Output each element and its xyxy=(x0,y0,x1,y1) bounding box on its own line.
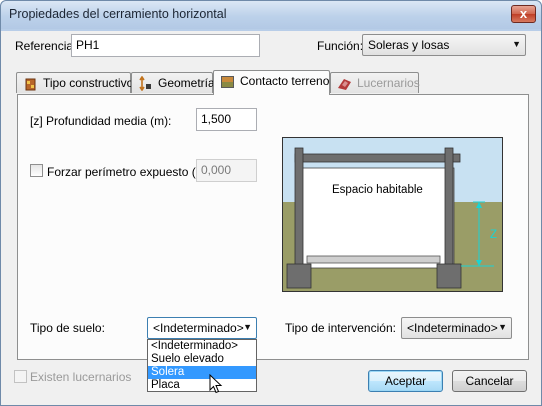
window-title: Propiedades del cerramiento horizontal xyxy=(9,7,227,21)
tipo-suelo-value: <Indeterminado> xyxy=(153,321,244,335)
dimensions-icon xyxy=(139,76,151,91)
close-button[interactable]: x xyxy=(511,5,536,23)
wall-layers-icon xyxy=(25,78,36,91)
option-indeterminado[interactable]: <Indeterminado> xyxy=(148,340,256,353)
lucernarios-label: Existen lucernarios xyxy=(30,370,132,384)
chevron-down-icon: ▼ xyxy=(498,322,507,332)
cancel-label: Cancelar xyxy=(465,374,514,388)
space-label: Espacio habitable xyxy=(332,184,423,196)
habitable-space xyxy=(301,167,455,269)
funcion-select[interactable]: Soleras y losas ▼ xyxy=(362,34,526,56)
perimetro-label: Forzar perímetro expuesto (m): xyxy=(47,165,214,179)
chevron-down-icon: ▼ xyxy=(243,322,252,332)
diagram-drawing xyxy=(283,147,502,291)
ground-contact-diagram: Espacio habitable Z xyxy=(282,137,503,292)
title-bar[interactable]: Propiedades del cerramiento horizontal x xyxy=(1,1,541,29)
funcion-value: Soleras y losas xyxy=(368,38,450,52)
tipo-suelo-select[interactable]: <Indeterminado> ▼ xyxy=(147,317,257,339)
tab-label: Lucernarios xyxy=(357,76,420,90)
mouse-pointer-icon xyxy=(209,374,223,394)
perimetro-value: 0,000 xyxy=(201,163,232,177)
ground-slab xyxy=(306,255,441,264)
lucernarios-checkbox[interactable] xyxy=(14,370,27,383)
tipo-suelo-label: Tipo de suelo: xyxy=(30,321,105,335)
profundidad-input[interactable]: 1,500 xyxy=(196,108,257,131)
funcion-label: Función: xyxy=(317,39,364,53)
tab-geometria[interactable]: Geometría xyxy=(131,72,215,93)
close-icon: x xyxy=(519,6,528,21)
perimetro-input[interactable]: 0,000 xyxy=(196,159,257,182)
option-placa[interactable]: Placa xyxy=(148,379,256,392)
left-wall xyxy=(294,147,304,277)
tab-contacto-terreno[interactable]: Contacto terreno xyxy=(213,70,330,95)
option-suelo-elevado[interactable]: Suelo elevado xyxy=(148,353,256,366)
skylight-icon xyxy=(338,79,351,90)
tipo-suelo-options: <Indeterminado> Suelo elevado Solera Pla… xyxy=(147,339,257,392)
cancel-button[interactable]: Cancelar xyxy=(452,370,527,392)
chevron-down-icon: ▼ xyxy=(512,39,521,49)
tab-lucernarios[interactable]: Lucernarios xyxy=(330,72,420,93)
tipo-intervencion-label: Tipo de intervención: xyxy=(285,321,396,335)
perimetro-checkbox[interactable] xyxy=(30,164,43,177)
profundidad-value: 1,500 xyxy=(201,112,232,126)
tab-label: Geometría xyxy=(158,76,215,90)
profundidad-label: [z] Profundidad media (m): xyxy=(30,114,172,128)
option-solera[interactable]: Solera xyxy=(148,366,256,379)
referencia-input[interactable]: PH1 xyxy=(71,34,260,57)
ground-contact-icon xyxy=(221,76,234,88)
tab-label: Tipo constructivo xyxy=(43,76,134,90)
accept-label: Aceptar xyxy=(384,374,427,388)
tab-tipo-constructivo[interactable]: Tipo constructivo xyxy=(16,72,134,93)
left-footing xyxy=(286,263,312,289)
right-footing xyxy=(436,263,462,289)
tipo-intervencion-select[interactable]: <Indeterminado> ▼ xyxy=(401,317,512,339)
accept-button[interactable]: Aceptar xyxy=(368,370,443,392)
referencia-label: Referencia: xyxy=(15,39,77,53)
tab-label: Contacto terreno xyxy=(240,74,330,88)
referencia-value: PH1 xyxy=(76,38,100,52)
roof-slab xyxy=(294,153,461,163)
right-wall xyxy=(444,147,454,277)
tipo-intervencion-value: <Indeterminado> xyxy=(407,321,498,335)
depth-label: Z xyxy=(490,229,498,241)
